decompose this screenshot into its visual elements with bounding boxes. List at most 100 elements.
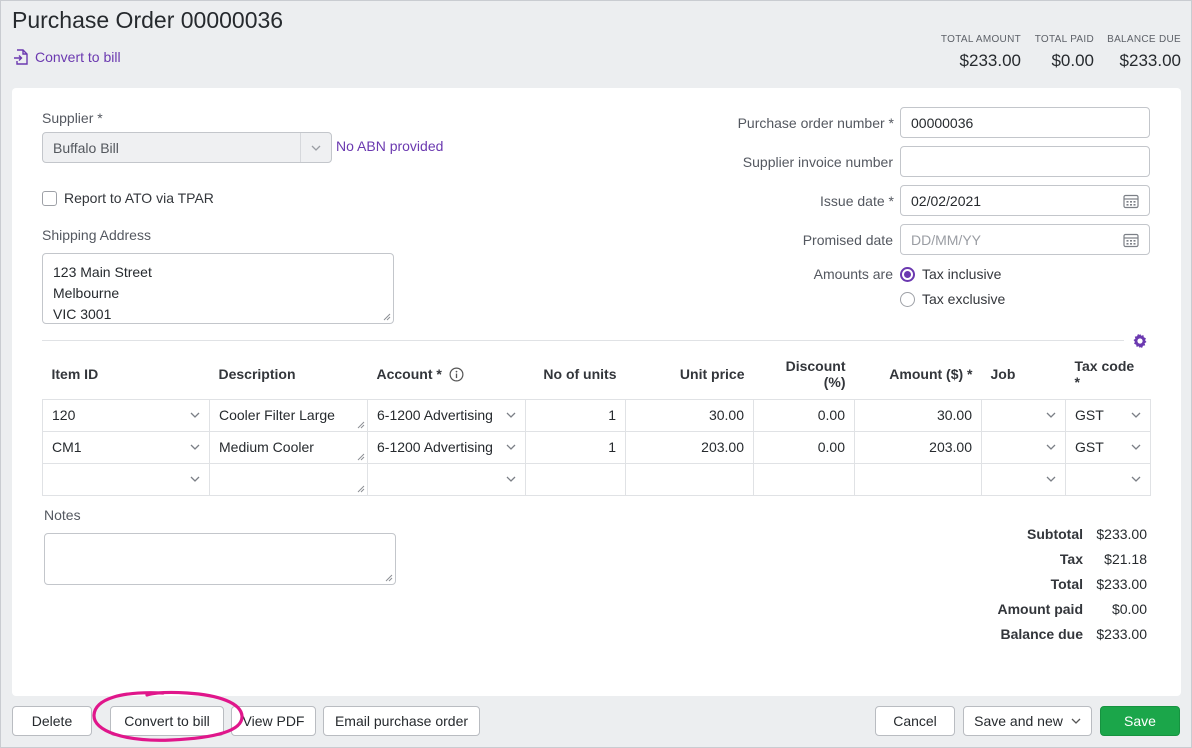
amount-input[interactable] [854,462,982,496]
tax-exclusive-radio[interactable] [900,291,915,307]
description-field[interactable]: Medium Cooler [209,430,368,464]
chevron-down-icon [190,476,200,482]
calendar-icon[interactable] [1123,193,1139,209]
save-button[interactable]: Save [1100,706,1180,736]
shipping-address-label: Shipping Address [42,227,151,243]
tax-exclusive-label: Tax exclusive [922,291,1006,307]
description-field[interactable] [209,462,368,496]
discount-input[interactable]: 0.00 [753,398,855,432]
subtotal-row: Subtotal $233.00 [1027,525,1147,542]
email-purchase-order-button[interactable]: Email purchase order [323,706,480,736]
units-input[interactable]: 1 [525,430,626,464]
shipping-line: 123 Main Street [53,264,152,280]
po-number-label: Purchase order number * [737,115,894,131]
amount-input[interactable]: 30.00 [854,398,982,432]
no-abn-text: No ABN provided [336,138,444,154]
convert-icon [14,49,28,65]
total-row: Total $233.00 [1050,575,1147,592]
totals-panel: Subtotal $233.00 Tax $21.18 Total $233.00 A… [997,521,1147,646]
summary-label: TOTAL AMOUNT [940,34,1021,45]
table-row: 120 Cooler Filter Large 6-1200 Advertisi… [42,398,1151,432]
po-number-value: 00000036 [911,114,974,131]
report-tpar-option[interactable]: Report to ATO via TPAR [42,190,214,206]
po-number-input[interactable]: 00000036 [900,107,1150,138]
unit-price-input[interactable]: 30.00 [625,398,754,432]
supplier-label: Supplier * [42,110,103,126]
units-input[interactable] [525,462,626,496]
line-items-table: Item ID Description Account * No of unit… [42,349,1151,496]
tax-code-select[interactable]: GST [1065,398,1151,432]
promised-date-placeholder: DD/MM/YY [911,231,981,248]
chevron-down-icon [1046,476,1056,482]
report-tpar-checkbox[interactable] [42,190,57,206]
item-id-select[interactable]: 120 [42,398,210,432]
col-tax-code: Tax code * [1074,357,1135,390]
resize-handle-icon[interactable] [383,313,391,321]
chevron-down-icon [1131,476,1141,482]
tax-exclusive-option[interactable]: Tax exclusive [900,291,1005,307]
chevron-down-icon [506,444,516,450]
resize-handle-icon[interactable] [357,453,365,461]
issue-date-value: 02/02/2021 [911,192,982,209]
save-and-new-label: Save and new [974,713,1063,729]
discount-input[interactable] [753,462,855,496]
chevron-down-icon [190,412,200,418]
job-select[interactable] [981,430,1066,464]
issue-date-label: Issue date * [820,193,894,209]
supplier-select[interactable]: Buffalo Bill [42,132,332,163]
account-select[interactable] [367,462,526,496]
cancel-button[interactable]: Cancel [875,706,955,736]
resize-handle-icon[interactable] [357,421,365,429]
account-select[interactable]: 6-1200 Advertising [367,398,526,432]
issue-date-input[interactable]: 02/02/2021 [900,185,1150,216]
col-discount: Discount (%) [785,357,846,390]
convert-link-label: Convert to bill [35,49,121,65]
unit-price-input[interactable] [625,462,754,496]
table-row [42,462,1151,496]
tax-code-select[interactable] [1065,462,1151,496]
resize-handle-icon[interactable] [357,485,365,493]
col-description: Description [218,365,296,382]
supplier-invoice-label: Supplier invoice number [742,154,893,170]
save-and-new-button[interactable]: Save and new [963,706,1092,736]
chevron-down-icon [311,145,321,151]
item-id-select[interactable] [42,462,210,496]
tax-code-select[interactable]: GST [1065,430,1151,464]
amount-input[interactable]: 203.00 [854,430,982,464]
supplier-dropdown-toggle[interactable] [300,133,331,162]
job-select[interactable] [981,462,1066,496]
summary-label: TOTAL PAID [1034,34,1094,45]
convert-to-bill-link[interactable]: Convert to bill [13,49,121,65]
item-id-select[interactable]: CM1 [42,430,210,464]
notes-field[interactable] [44,533,396,585]
divider [42,340,1124,341]
summary-value: $233.00 [1119,51,1181,70]
col-job: Job [990,365,1016,382]
shipping-address-field[interactable]: 123 Main Street Melbourne VIC 3001 [42,253,394,324]
info-icon[interactable] [449,367,464,382]
shipping-line: VIC 3001 [53,306,112,322]
summary-total-paid: TOTAL PAID $0.00 [1026,34,1094,71]
promised-date-label: Promised date [802,232,893,248]
chevron-down-icon [1046,444,1056,450]
summary-value: $0.00 [1051,51,1094,70]
calendar-icon[interactable] [1123,232,1139,248]
promised-date-input[interactable]: DD/MM/YY [900,224,1150,255]
unit-price-input[interactable]: 203.00 [625,430,754,464]
chevron-down-icon [1131,444,1141,450]
discount-input[interactable]: 0.00 [753,430,855,464]
job-select[interactable] [981,398,1066,432]
shipping-line: Melbourne [53,285,120,301]
highlight-circle-annotation [92,690,244,742]
description-field[interactable]: Cooler Filter Large [209,398,368,432]
chevron-down-icon[interactable] [1071,718,1081,724]
tax-inclusive-radio[interactable] [900,266,915,282]
delete-button[interactable]: Delete [12,706,92,736]
units-input[interactable]: 1 [525,398,626,432]
resize-handle-icon[interactable] [385,574,393,582]
gear-icon[interactable] [1132,333,1148,349]
account-select[interactable]: 6-1200 Advertising [367,430,526,464]
tax-inclusive-option[interactable]: Tax inclusive [900,266,1001,282]
supplier-invoice-input[interactable] [900,146,1150,177]
summary-total-amount: TOTAL AMOUNT $233.00 [931,34,1021,71]
